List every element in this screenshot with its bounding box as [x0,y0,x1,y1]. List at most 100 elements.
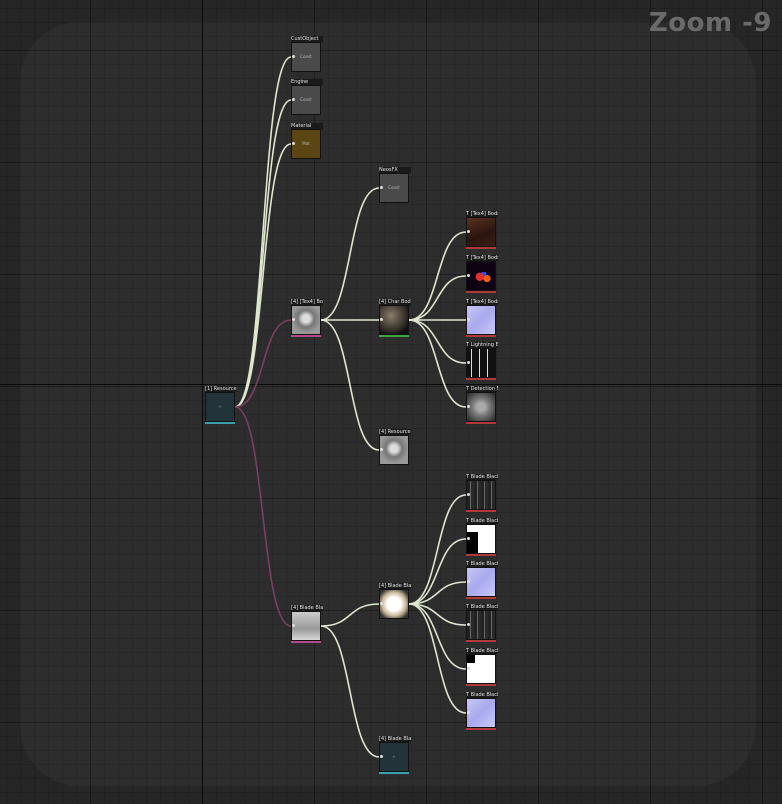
wire-blade-main-to-blade-res [320,625,380,758]
wire-root-to-material [234,143,292,408]
node-thumbnail: Mat [291,129,321,159]
node-tex4[interactable]: T Lightning Bolt 1 [466,342,498,380]
wire-sphere-to-tex1 [408,231,467,321]
wire-sphere-to-tex2 [408,275,467,321]
input-port-icon[interactable] [467,274,470,277]
node-inner-label: ⊹ [392,754,396,759]
input-port-icon[interactable] [467,493,470,496]
node-blade-tex2[interactable]: T Blade Blackfile [466,518,498,556]
input-port-icon[interactable] [467,230,470,233]
node-status-bar [291,641,321,643]
node-blade-sphere[interactable]: [4] Blade Blackfile [379,583,411,619]
node-status-bar [466,510,496,512]
node-material[interactable]: Material Mat [291,123,323,159]
node-status-bar [205,422,235,424]
input-port-icon[interactable] [467,580,470,583]
node-tex5[interactable]: T Detection Mask 1 [466,386,498,424]
node-status-bar [466,378,496,380]
node-root[interactable]: [1] Resource [1]⊹ [205,386,237,424]
input-port-icon[interactable] [467,361,470,364]
input-port-icon[interactable] [380,755,383,758]
input-port-icon[interactable] [467,711,470,714]
input-port-icon[interactable] [292,318,295,321]
node-sphere[interactable]: [4] Char Bodsuits [379,299,411,337]
node-status-bar [379,772,409,774]
wire-blade-sphere-to-blade-tex6 [408,603,467,714]
wire-root-to-blade-main [234,406,292,627]
node-status-bar [466,247,496,249]
input-port-icon[interactable] [292,624,295,627]
node-thumbnail [466,610,496,640]
node-thumbnail [466,524,496,554]
node-thumbnail [466,261,496,291]
node-blade-tex3[interactable]: T Blade Blackfile [466,561,498,599]
node-engine[interactable]: Engine Const [291,79,323,115]
node-thumbnail [291,305,321,335]
node-thumbnail [466,567,496,597]
node-thumbnail [379,589,409,619]
node-tex2[interactable]: T [Tex4] Bodsuits [466,255,498,293]
wire-blade-sphere-to-blade-tex1 [408,494,467,605]
node-thumbnail: Const [379,173,409,203]
node-blade-res[interactable]: [4] Blade Blackfile⊹ [379,736,411,774]
node-char-small[interactable]: [4] Resource [4] [379,429,411,465]
wire-char-main-to-char-small [320,319,380,451]
node-thumbnail [466,217,496,247]
connection-wires [234,56,467,758]
input-port-icon[interactable] [380,448,383,451]
wire-sphere-to-tex5 [408,319,467,408]
node-blade-tex1[interactable]: T Blade Blackfile [466,474,498,512]
node-blade-tex6[interactable]: T Blade Blackfile [466,692,498,730]
wire-root-to-char-main [234,319,292,408]
node-thumbnail: ⊹ [205,392,235,422]
node-thumbnail: Const [291,85,321,115]
node-thumbnail [466,348,496,378]
node-tex1[interactable]: T [Tex4] Bodsuits [466,211,498,249]
node-status-bar [466,554,496,556]
node-status-bar [466,728,496,730]
node-thumbnail [466,392,496,422]
node-thumbnail [379,305,409,335]
node-status-bar [466,597,496,599]
node-neosfx[interactable]: NeosFX Const [379,167,411,203]
input-port-icon[interactable] [292,98,295,101]
node-inner-label: ⊹ [218,404,222,409]
node-status-bar [466,684,496,686]
node-blade-tex5[interactable]: T Blade Blackfile [466,648,498,686]
node-status-bar [466,335,496,337]
node-thumbnail [466,698,496,728]
node-status-bar [379,335,409,337]
wire-blade-main-to-blade-sphere [320,603,380,627]
input-port-icon[interactable] [467,318,470,321]
input-port-icon[interactable] [292,142,295,145]
input-port-icon[interactable] [292,55,295,58]
node-custom[interactable]: CustObject Const [291,36,323,72]
node-thumbnail [466,480,496,510]
node-inner-label: Const [388,185,400,190]
input-port-icon[interactable] [467,537,470,540]
wire-char-main-to-neosfx [320,187,380,321]
node-status-bar [466,291,496,293]
input-port-icon[interactable] [380,318,383,321]
input-port-icon[interactable] [467,667,470,670]
node-status-bar [466,422,496,424]
node-thumbnail [466,654,496,684]
node-tex3[interactable]: T [Tex4] Bodsuits [466,299,498,337]
node-inner-label: Const [300,97,312,102]
input-port-icon[interactable] [467,623,470,626]
node-blade-main[interactable]: [4] Blade Blackfile [291,605,323,643]
node-thumbnail [466,305,496,335]
zoom-level-label: Zoom -9 [648,8,772,38]
input-port-icon[interactable] [380,602,383,605]
node-thumbnail [379,435,409,465]
node-inner-label: Mat [302,141,310,146]
input-port-icon[interactable] [380,186,383,189]
node-status-bar [291,335,321,337]
input-port-icon[interactable] [467,405,470,408]
wire-sphere-to-tex4 [408,319,467,364]
node-blade-tex4[interactable]: T Blade Blackfile [466,604,498,642]
node-thumbnail: Const [291,42,321,72]
node-thumbnail: ⊹ [379,742,409,772]
node-inner-label: Const [300,54,312,59]
node-char-main[interactable]: [4] [Tex4] Bodsuits [291,299,323,337]
